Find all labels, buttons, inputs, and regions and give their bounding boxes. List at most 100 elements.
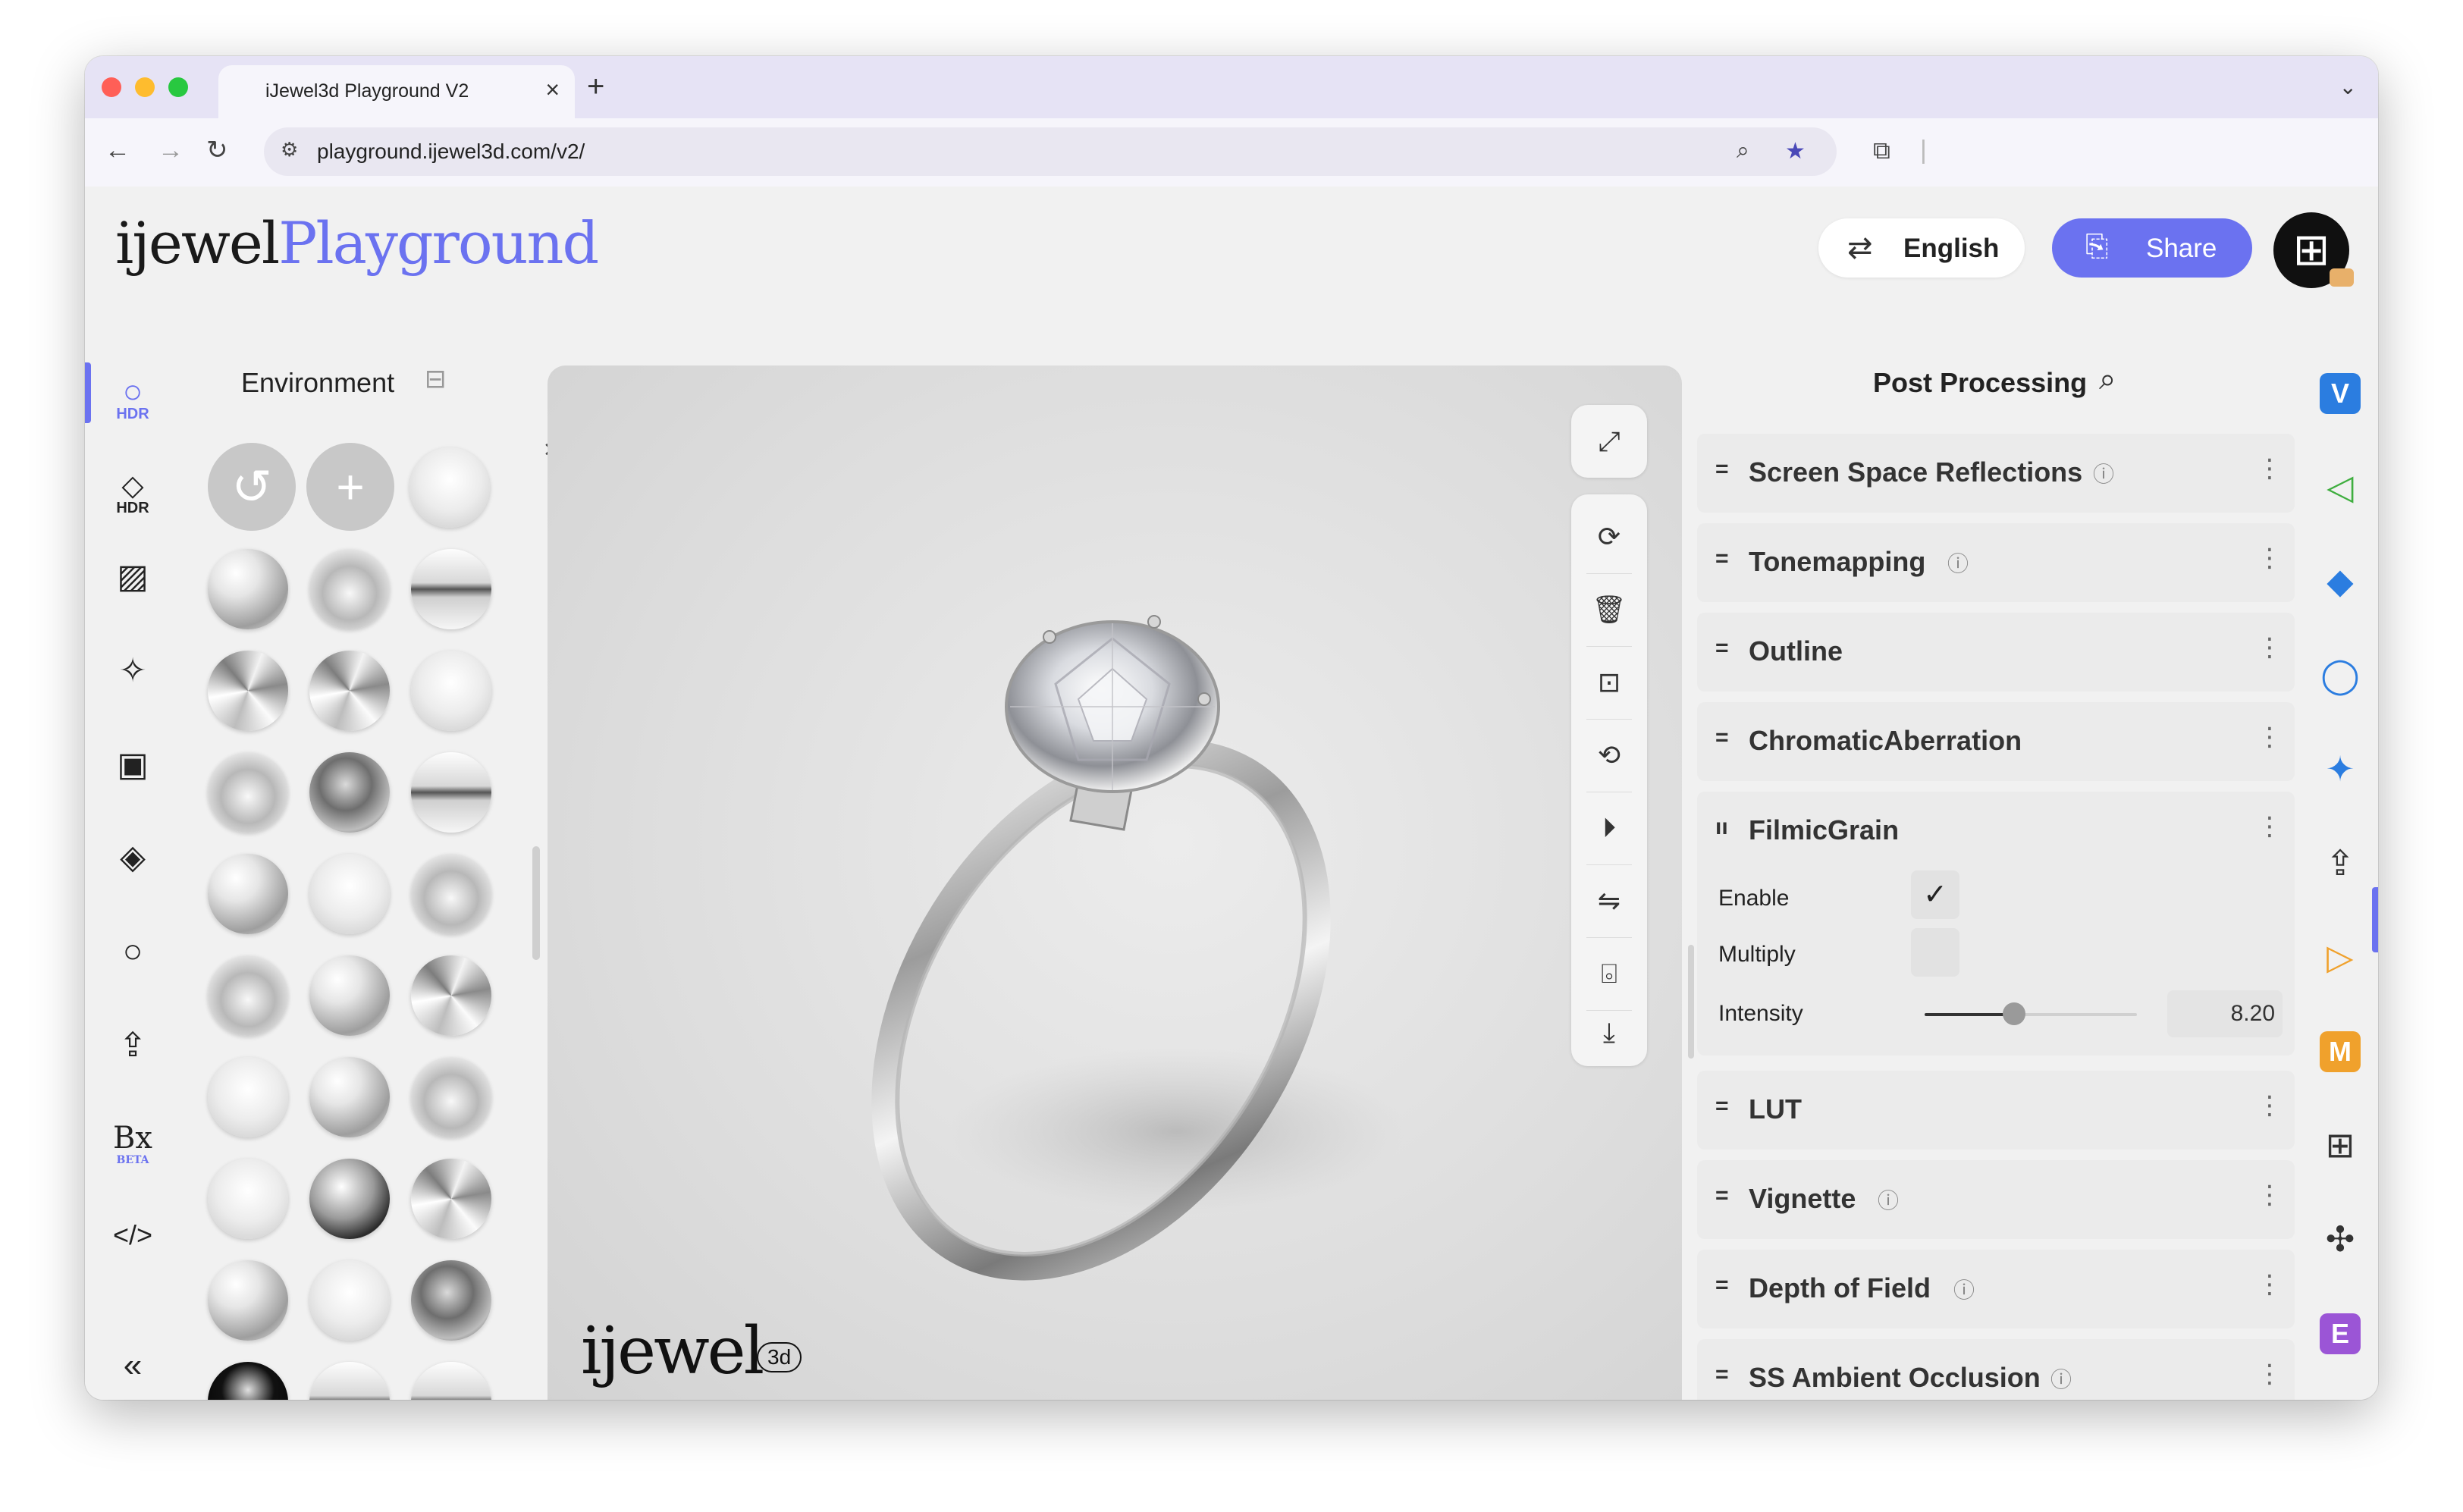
refresh-icon[interactable]: ⟳ [1571, 500, 1647, 573]
close-window-button[interactable] [102, 77, 121, 97]
drag-handle-icon[interactable]: = [1715, 1183, 1729, 1209]
share-button[interactable]: ⎘ Share [2052, 218, 2252, 278]
pp-item-outline[interactable]: = Outline ⋮ [1697, 613, 2295, 692]
intensity-input[interactable]: 8.20 [2167, 990, 2283, 1037]
tab-close-icon[interactable]: × [545, 76, 560, 103]
environment-sphere[interactable] [411, 752, 491, 833]
environment-sphere[interactable] [411, 651, 491, 731]
maximize-window-button[interactable] [168, 77, 188, 97]
pp-item-tonemapping[interactable]: = Tonemapping ⓘ ⋮ [1697, 523, 2295, 602]
environment-sphere[interactable] [411, 549, 491, 629]
environment-sphere[interactable] [309, 1159, 390, 1239]
info-icon[interactable]: ⓘ [2093, 458, 2114, 488]
pp-item-depth-of-field[interactable]: = Depth of Field ⓘ ⋮ [1697, 1250, 2295, 1328]
sparkle-icon[interactable]: ✧ [108, 646, 158, 696]
environment-sphere[interactable] [309, 1260, 390, 1341]
more-options-icon[interactable]: ⋮ [2257, 1269, 2283, 1300]
info-icon[interactable]: ⓘ [1878, 1184, 1899, 1215]
image-frame-icon[interactable]: ▣ [108, 740, 158, 790]
flip-icon[interactable]: ⇋ [1571, 864, 1647, 937]
drag-handle-icon[interactable]: = [1715, 1362, 1729, 1388]
search-icon[interactable]: ⌕ [2099, 362, 2116, 397]
grid-icon[interactable]: ⊞ [2316, 1121, 2364, 1169]
environment-sphere[interactable] [411, 1260, 491, 1341]
app-logo[interactable]: ijewelPlayground [115, 209, 599, 278]
more-options-icon[interactable]: ⋮ [2257, 543, 2283, 573]
m-plugin-icon[interactable]: M [2320, 1031, 2361, 1072]
pp-item-ss-ambient-occlusion[interactable]: = SS Ambient Occlusion ⓘ ⋮ [1697, 1339, 2295, 1400]
info-icon[interactable]: ⓘ [2050, 1363, 2072, 1394]
pp-item-chromatic-aberration[interactable]: = ChromaticAberration ⋮ [1697, 702, 2295, 781]
upload-icon[interactable]: ⇪ [2316, 839, 2364, 887]
pp-item-vignette[interactable]: = Vignette ⓘ ⋮ [1697, 1160, 2295, 1239]
hdr-environment-icon[interactable]: ○ HDR [108, 367, 158, 422]
bookmark-star-icon[interactable]: ★ [1785, 138, 1806, 165]
drag-handle-icon[interactable]: = [1715, 1272, 1729, 1298]
extensions-puzzle-icon[interactable]: ⧉ [1873, 133, 1890, 167]
play-icon[interactable]: ▷ [2316, 933, 2364, 981]
upload-icon[interactable]: ⇪ [108, 1021, 158, 1071]
environment-sphere[interactable] [309, 1057, 390, 1137]
3d-viewport[interactable]: ⤢ ⟳ 🗑 ⊡ ⟲ ⏵ ⇋ ⌻ ⤓ ijewel 3d [548, 365, 1682, 1400]
more-options-icon[interactable]: ⋮ [2257, 453, 2283, 484]
loop-icon[interactable]: ◯ [2316, 651, 2364, 699]
intensity-slider[interactable] [1925, 1002, 2137, 1025]
drag-handle-icon[interactable]: = [1715, 635, 1729, 661]
intensity-slider-handle[interactable] [2002, 1002, 2025, 1025]
environment-sphere[interactable] [208, 955, 288, 1036]
sparkle-icon[interactable]: ✦ [2316, 745, 2364, 793]
environment-sphere[interactable] [411, 1057, 491, 1137]
background-stripes-icon[interactable]: ▨ [108, 552, 158, 602]
environment-sphere[interactable] [309, 854, 390, 934]
environment-sphere[interactable] [411, 1159, 491, 1239]
more-options-icon[interactable]: ⋮ [2257, 811, 2283, 842]
e-plugin-icon[interactable]: E [2320, 1313, 2361, 1354]
cursor-icon[interactable]: ◁ [2316, 463, 2364, 511]
v-plugin-icon[interactable]: V [2320, 373, 2361, 414]
browser-tab[interactable]: iJewel3d Playground V2 × [218, 65, 575, 118]
trash-icon[interactable]: 🗑 [1571, 573, 1647, 646]
download-icon[interactable]: ⤓ [1571, 996, 1647, 1069]
drag-handle-icon[interactable]: = [1715, 725, 1729, 751]
environment-sphere[interactable] [208, 651, 288, 731]
ground-plane-icon[interactable]: ◈ [108, 833, 158, 883]
reload-icon[interactable]: ↻ [206, 133, 228, 167]
back-arrow-icon[interactable]: ← [105, 133, 130, 167]
language-button[interactable]: ⇄ English [1818, 218, 2025, 278]
drag-handle-icon[interactable]: = [1715, 456, 1729, 482]
environment-sphere[interactable] [208, 1057, 288, 1137]
reset-environment-button[interactable]: ↺ [208, 443, 296, 531]
info-icon[interactable]: ⓘ [1953, 1274, 1975, 1304]
more-options-icon[interactable]: ⋮ [2257, 1180, 2283, 1210]
more-options-icon[interactable]: ⋮ [2257, 632, 2283, 663]
environment-sphere[interactable] [309, 549, 390, 629]
environment-sphere[interactable] [411, 1362, 491, 1400]
drag-handle-icon[interactable]: = [1715, 546, 1729, 572]
multiply-checkbox[interactable] [1911, 928, 1959, 977]
environment-sphere[interactable] [208, 1159, 288, 1239]
new-tab-button[interactable]: + [587, 70, 604, 103]
more-options-icon[interactable]: ⋮ [2257, 722, 2283, 752]
more-options-icon[interactable]: ⋮ [2257, 1090, 2283, 1121]
double-chevron-left-icon[interactable]: « [108, 1341, 158, 1391]
minimize-window-button[interactable] [135, 77, 155, 97]
rotate-icon[interactable]: ⟲ [1571, 719, 1647, 792]
environment-sphere[interactable] [411, 854, 491, 934]
pp-item-screen-space-reflections[interactable]: = Screen Space Reflections ⓘ ⋮ [1697, 434, 2295, 513]
environment-sphere[interactable] [208, 752, 288, 833]
drag-handle-icon[interactable]: ıı [1715, 814, 1728, 840]
pp-item-lut[interactable]: = LUT ⋮ [1697, 1071, 2295, 1150]
bx-beta-icon[interactable]: Bx BETA [108, 1113, 158, 1166]
focus-icon[interactable]: ⊡ [1571, 646, 1647, 719]
environment-sphere[interactable] [208, 854, 288, 934]
ring-icon[interactable]: ○ [108, 927, 158, 977]
environment-sphere[interactable] [208, 1260, 288, 1341]
zoom-icon[interactable]: ⌕ [1737, 138, 1749, 164]
drag-handle-icon[interactable]: = [1715, 1093, 1729, 1119]
environment-sphere[interactable] [309, 651, 390, 731]
play-icon[interactable]: ⏵ [1571, 792, 1647, 864]
site-settings-icon[interactable]: ⚙ [281, 138, 298, 162]
environment-sphere[interactable] [208, 1362, 288, 1400]
forward-arrow-icon[interactable]: → [158, 133, 184, 167]
environment-sphere[interactable] [309, 752, 390, 833]
